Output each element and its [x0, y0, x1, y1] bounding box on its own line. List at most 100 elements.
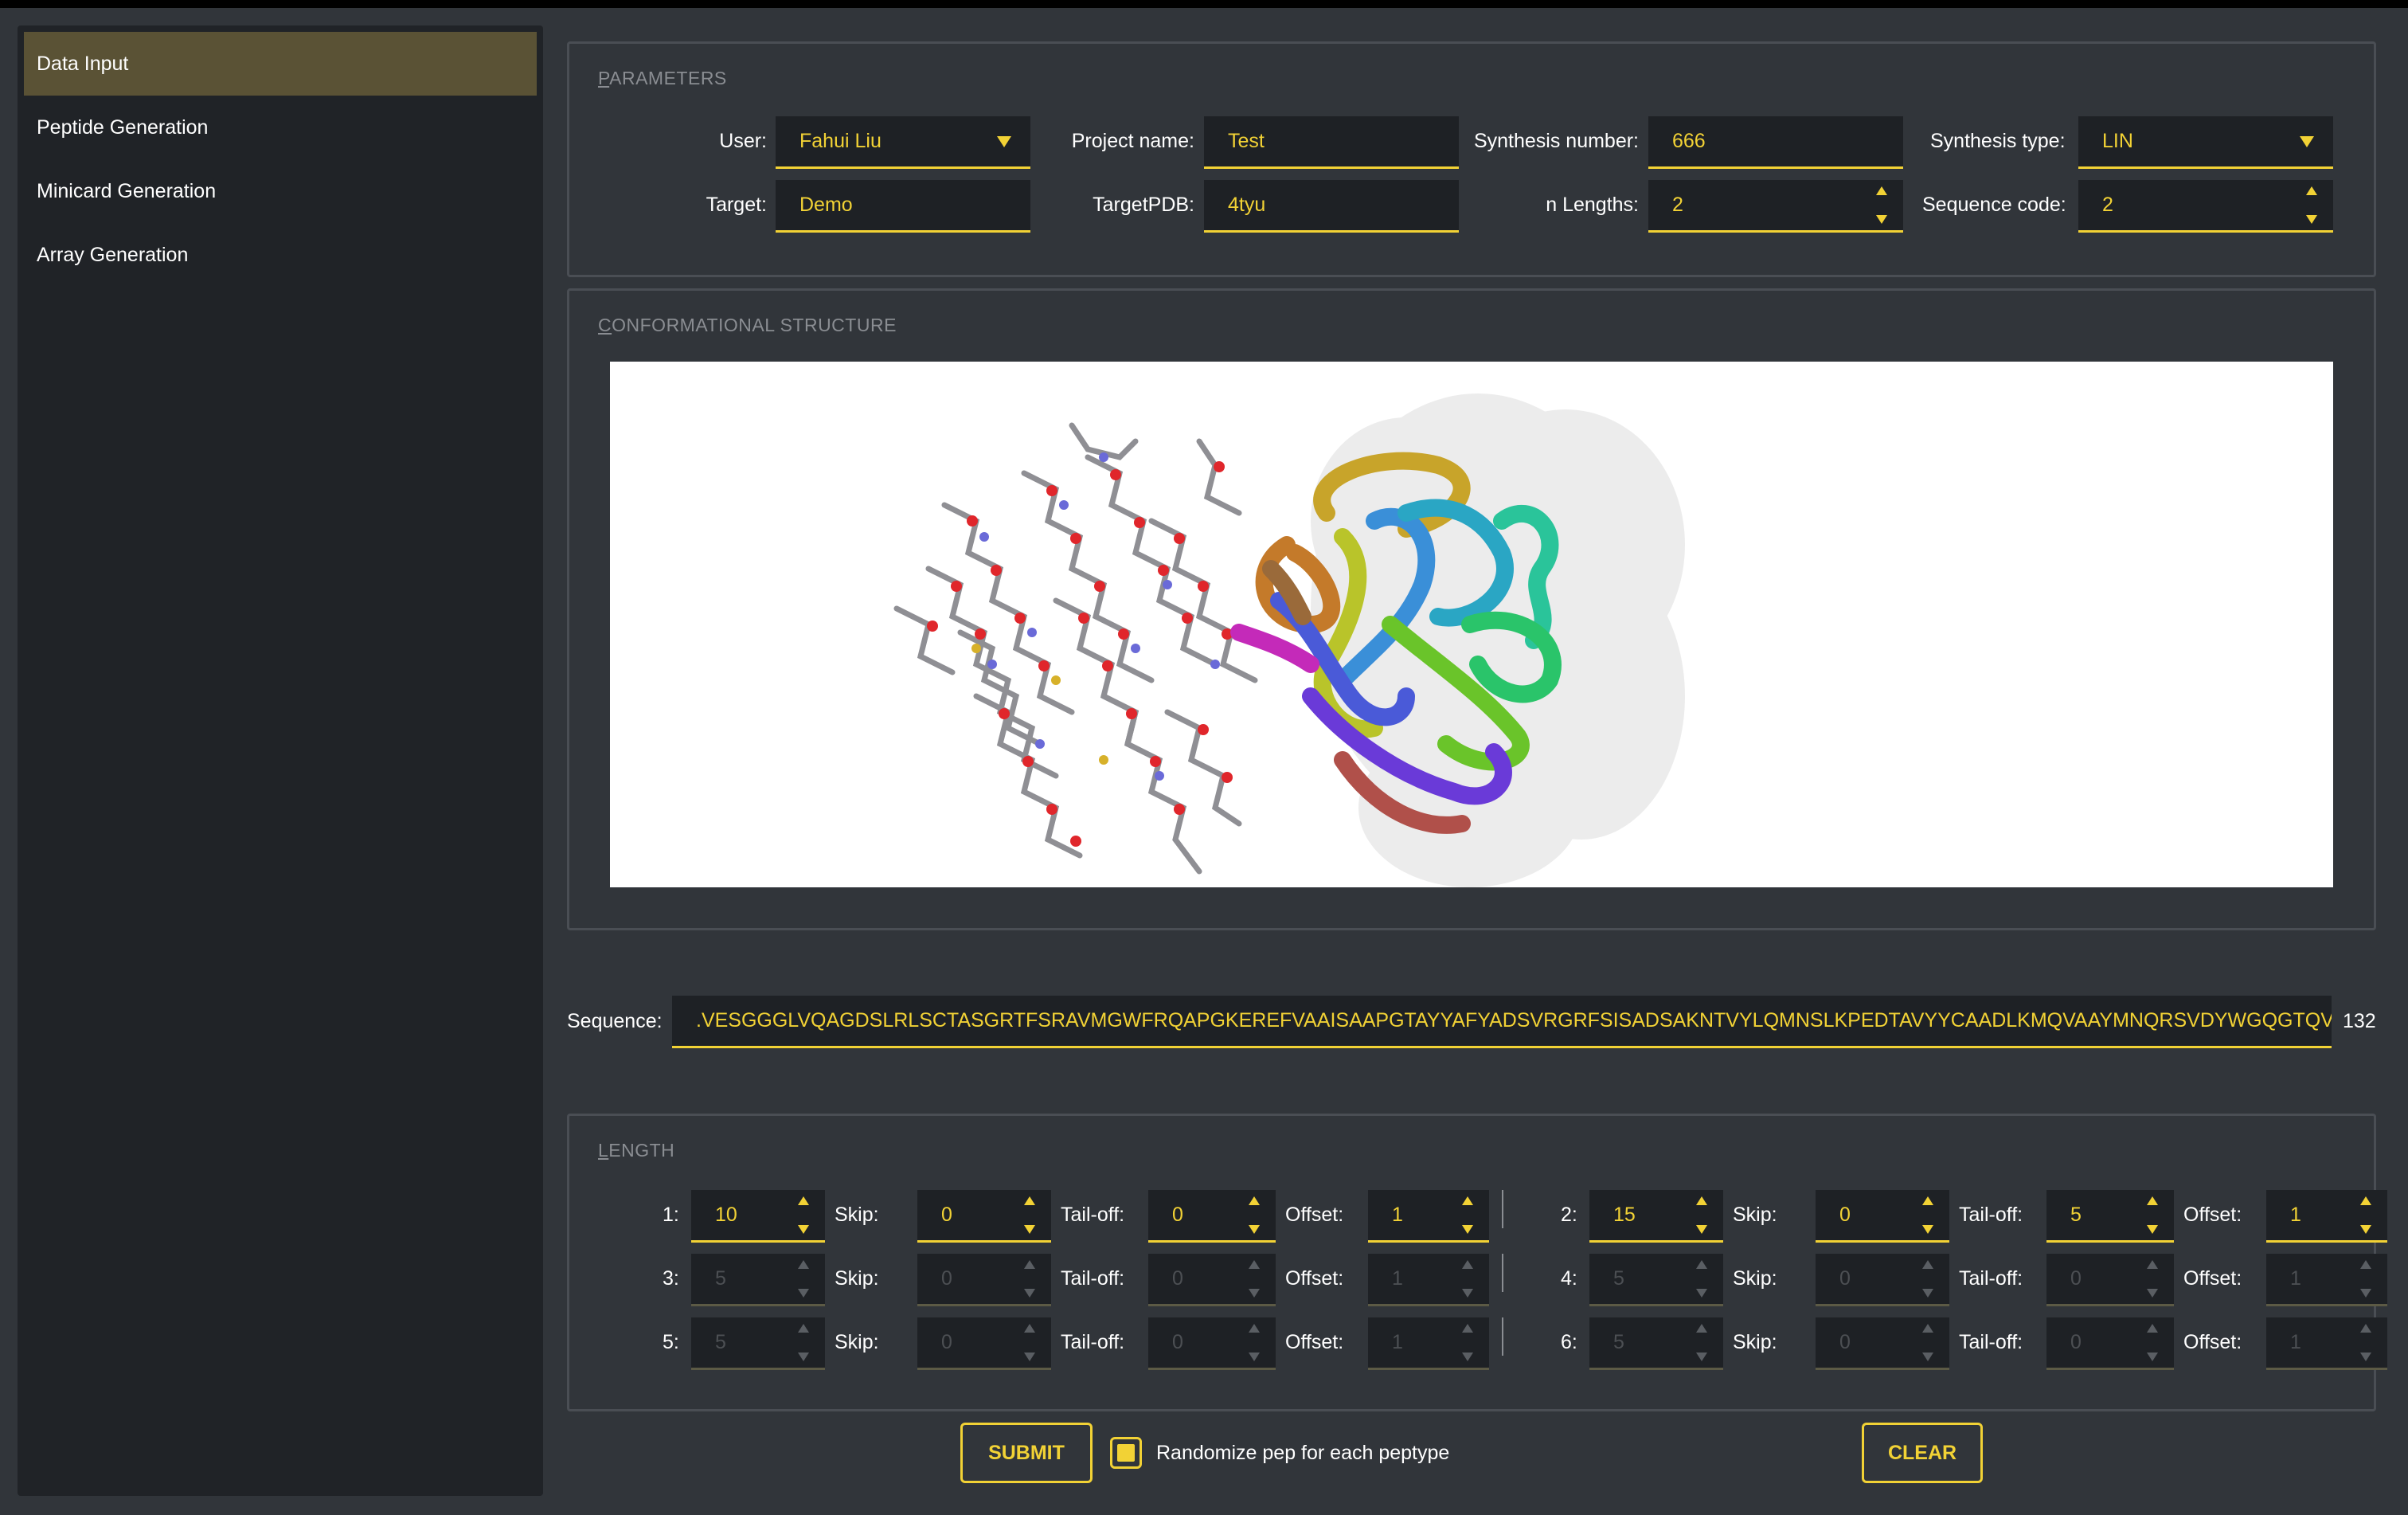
synthesis-number-field[interactable]: 666 [1648, 116, 1903, 169]
spinner-arrows[interactable] [1693, 1257, 1710, 1301]
arrow-down-icon[interactable] [1024, 1353, 1035, 1361]
arrow-up-icon[interactable] [1696, 1260, 1707, 1269]
spinner-arrows[interactable] [1459, 1257, 1476, 1301]
arrow-up-icon[interactable] [798, 1196, 809, 1205]
arrow-up-icon[interactable] [1249, 1324, 1260, 1333]
arrow-up-icon[interactable] [2147, 1260, 2158, 1269]
arrow-down-icon[interactable] [1024, 1225, 1035, 1234]
offset-spinbox[interactable]: 1 [2266, 1190, 2387, 1243]
arrow-up-icon[interactable] [1922, 1324, 1933, 1333]
length-spinbox[interactable]: 10 [691, 1190, 825, 1243]
arrow-up-icon[interactable] [798, 1324, 809, 1333]
user-select[interactable]: Fahui Liu [776, 116, 1030, 169]
arrow-up-icon[interactable] [1249, 1196, 1260, 1205]
arrow-down-icon[interactable] [798, 1289, 809, 1298]
arrow-down-icon[interactable] [2360, 1353, 2371, 1361]
arrow-down-icon[interactable] [1696, 1289, 1707, 1298]
arrow-up-icon[interactable] [1024, 1196, 1035, 1205]
sidebar-item-minicard-generation[interactable]: Minicard Generation [24, 159, 537, 223]
arrow-up-icon[interactable] [1462, 1260, 1473, 1269]
arrow-down-icon[interactable] [1462, 1225, 1473, 1234]
arrow-down-icon[interactable] [798, 1225, 809, 1234]
spinner-arrows[interactable] [1021, 1193, 1038, 1237]
spinner-arrows[interactable] [1919, 1193, 1937, 1237]
arrow-down-icon[interactable] [1024, 1289, 1035, 1298]
sequence-field[interactable]: .VESGGGLVQAGDSLRLSCTASGRTFSRAVMGWFRQAPGK… [672, 996, 2332, 1048]
skip-spinbox[interactable]: 0 [1816, 1190, 1949, 1243]
arrow-down-icon[interactable] [1249, 1353, 1260, 1361]
spinner-arrows[interactable] [1245, 1321, 1263, 1364]
arrow-down-icon[interactable] [1922, 1289, 1933, 1298]
spinner-arrows[interactable] [1021, 1321, 1038, 1364]
arrow-up-icon[interactable] [2360, 1260, 2371, 1269]
sequence-code-spinbox[interactable]: 2 [2078, 180, 2333, 233]
arrow-down-icon[interactable] [1462, 1353, 1473, 1361]
arrow-down-icon[interactable] [2360, 1289, 2371, 1298]
sidebar-item-array-generation[interactable]: Array Generation [24, 223, 537, 287]
arrow-down-icon[interactable] [2147, 1225, 2158, 1234]
spinner-arrows[interactable] [795, 1193, 812, 1237]
spinner-arrows[interactable] [1021, 1257, 1038, 1301]
offset-spinbox[interactable]: 1 [1368, 1190, 1489, 1243]
arrow-up-icon[interactable] [1462, 1196, 1473, 1205]
arrow-up-icon[interactable] [1024, 1260, 1035, 1269]
arrow-up-icon[interactable] [1876, 186, 1887, 195]
tailoff-spinbox[interactable]: 0 [1148, 1190, 1276, 1243]
arrow-down-icon[interactable] [2306, 215, 2317, 224]
arrow-down-icon[interactable] [1696, 1353, 1707, 1361]
arrow-up-icon[interactable] [1696, 1324, 1707, 1333]
spinner-arrows[interactable] [2357, 1257, 2375, 1301]
spinner-arrows[interactable] [1693, 1321, 1710, 1364]
spinner-arrows[interactable] [1245, 1193, 1263, 1237]
arrow-up-icon[interactable] [2306, 186, 2317, 195]
arrow-up-icon[interactable] [1922, 1260, 1933, 1269]
spinner-arrows[interactable] [2357, 1193, 2375, 1237]
spinner-arrows[interactable] [2144, 1321, 2161, 1364]
spinner-arrows[interactable] [1693, 1193, 1710, 1237]
arrow-up-icon[interactable] [1249, 1260, 1260, 1269]
arrow-down-icon[interactable] [1462, 1289, 1473, 1298]
arrow-down-icon[interactable] [2147, 1353, 2158, 1361]
tailoff-spinbox[interactable]: 5 [2046, 1190, 2174, 1243]
arrow-down-icon[interactable] [1922, 1353, 1933, 1361]
target-field[interactable]: Demo [776, 180, 1030, 233]
spinner-arrows[interactable] [1919, 1321, 1937, 1364]
skip-spinbox[interactable]: 0 [917, 1190, 1051, 1243]
targetpdb-field[interactable]: 4tyu [1204, 180, 1459, 233]
spinner-arrows[interactable] [1459, 1321, 1476, 1364]
protein-structure-viewer[interactable] [610, 362, 2333, 887]
arrow-up-icon[interactable] [1462, 1324, 1473, 1333]
arrow-up-icon[interactable] [2147, 1324, 2158, 1333]
arrow-up-icon[interactable] [2360, 1196, 2371, 1205]
spinner-arrows[interactable] [1873, 183, 1890, 227]
arrow-down-icon[interactable] [1249, 1225, 1260, 1234]
arrow-up-icon[interactable] [1696, 1196, 1707, 1205]
spinner-arrows[interactable] [2144, 1193, 2161, 1237]
spinner-arrows[interactable] [1245, 1257, 1263, 1301]
arrow-down-icon[interactable] [1696, 1225, 1707, 1234]
submit-button[interactable]: SUBMIT [960, 1423, 1093, 1483]
spinner-arrows[interactable] [1919, 1257, 1937, 1301]
arrow-down-icon[interactable] [798, 1353, 809, 1361]
arrow-up-icon[interactable] [798, 1260, 809, 1269]
spinner-arrows[interactable] [1459, 1193, 1476, 1237]
sidebar-item-peptide-generation[interactable]: Peptide Generation [24, 96, 537, 159]
synthesis-type-select[interactable]: LIN [2078, 116, 2333, 169]
clear-button[interactable]: CLEAR [1862, 1423, 1983, 1483]
length-spinbox[interactable]: 15 [1589, 1190, 1723, 1243]
spinner-arrows[interactable] [2357, 1321, 2375, 1364]
arrow-up-icon[interactable] [2360, 1324, 2371, 1333]
sidebar-item-data-input[interactable]: Data Input [24, 32, 537, 96]
arrow-up-icon[interactable] [1922, 1196, 1933, 1205]
arrow-down-icon[interactable] [1249, 1289, 1260, 1298]
arrow-down-icon[interactable] [2147, 1289, 2158, 1298]
spinner-arrows[interactable] [2303, 183, 2320, 227]
arrow-down-icon[interactable] [1876, 215, 1887, 224]
spinner-arrows[interactable] [2144, 1257, 2161, 1301]
arrow-down-icon[interactable] [1922, 1225, 1933, 1234]
spinner-arrows[interactable] [795, 1321, 812, 1364]
arrow-up-icon[interactable] [1024, 1324, 1035, 1333]
project-name-field[interactable]: Test [1204, 116, 1459, 169]
randomize-checkbox[interactable] [1110, 1437, 1142, 1469]
spinner-arrows[interactable] [795, 1257, 812, 1301]
